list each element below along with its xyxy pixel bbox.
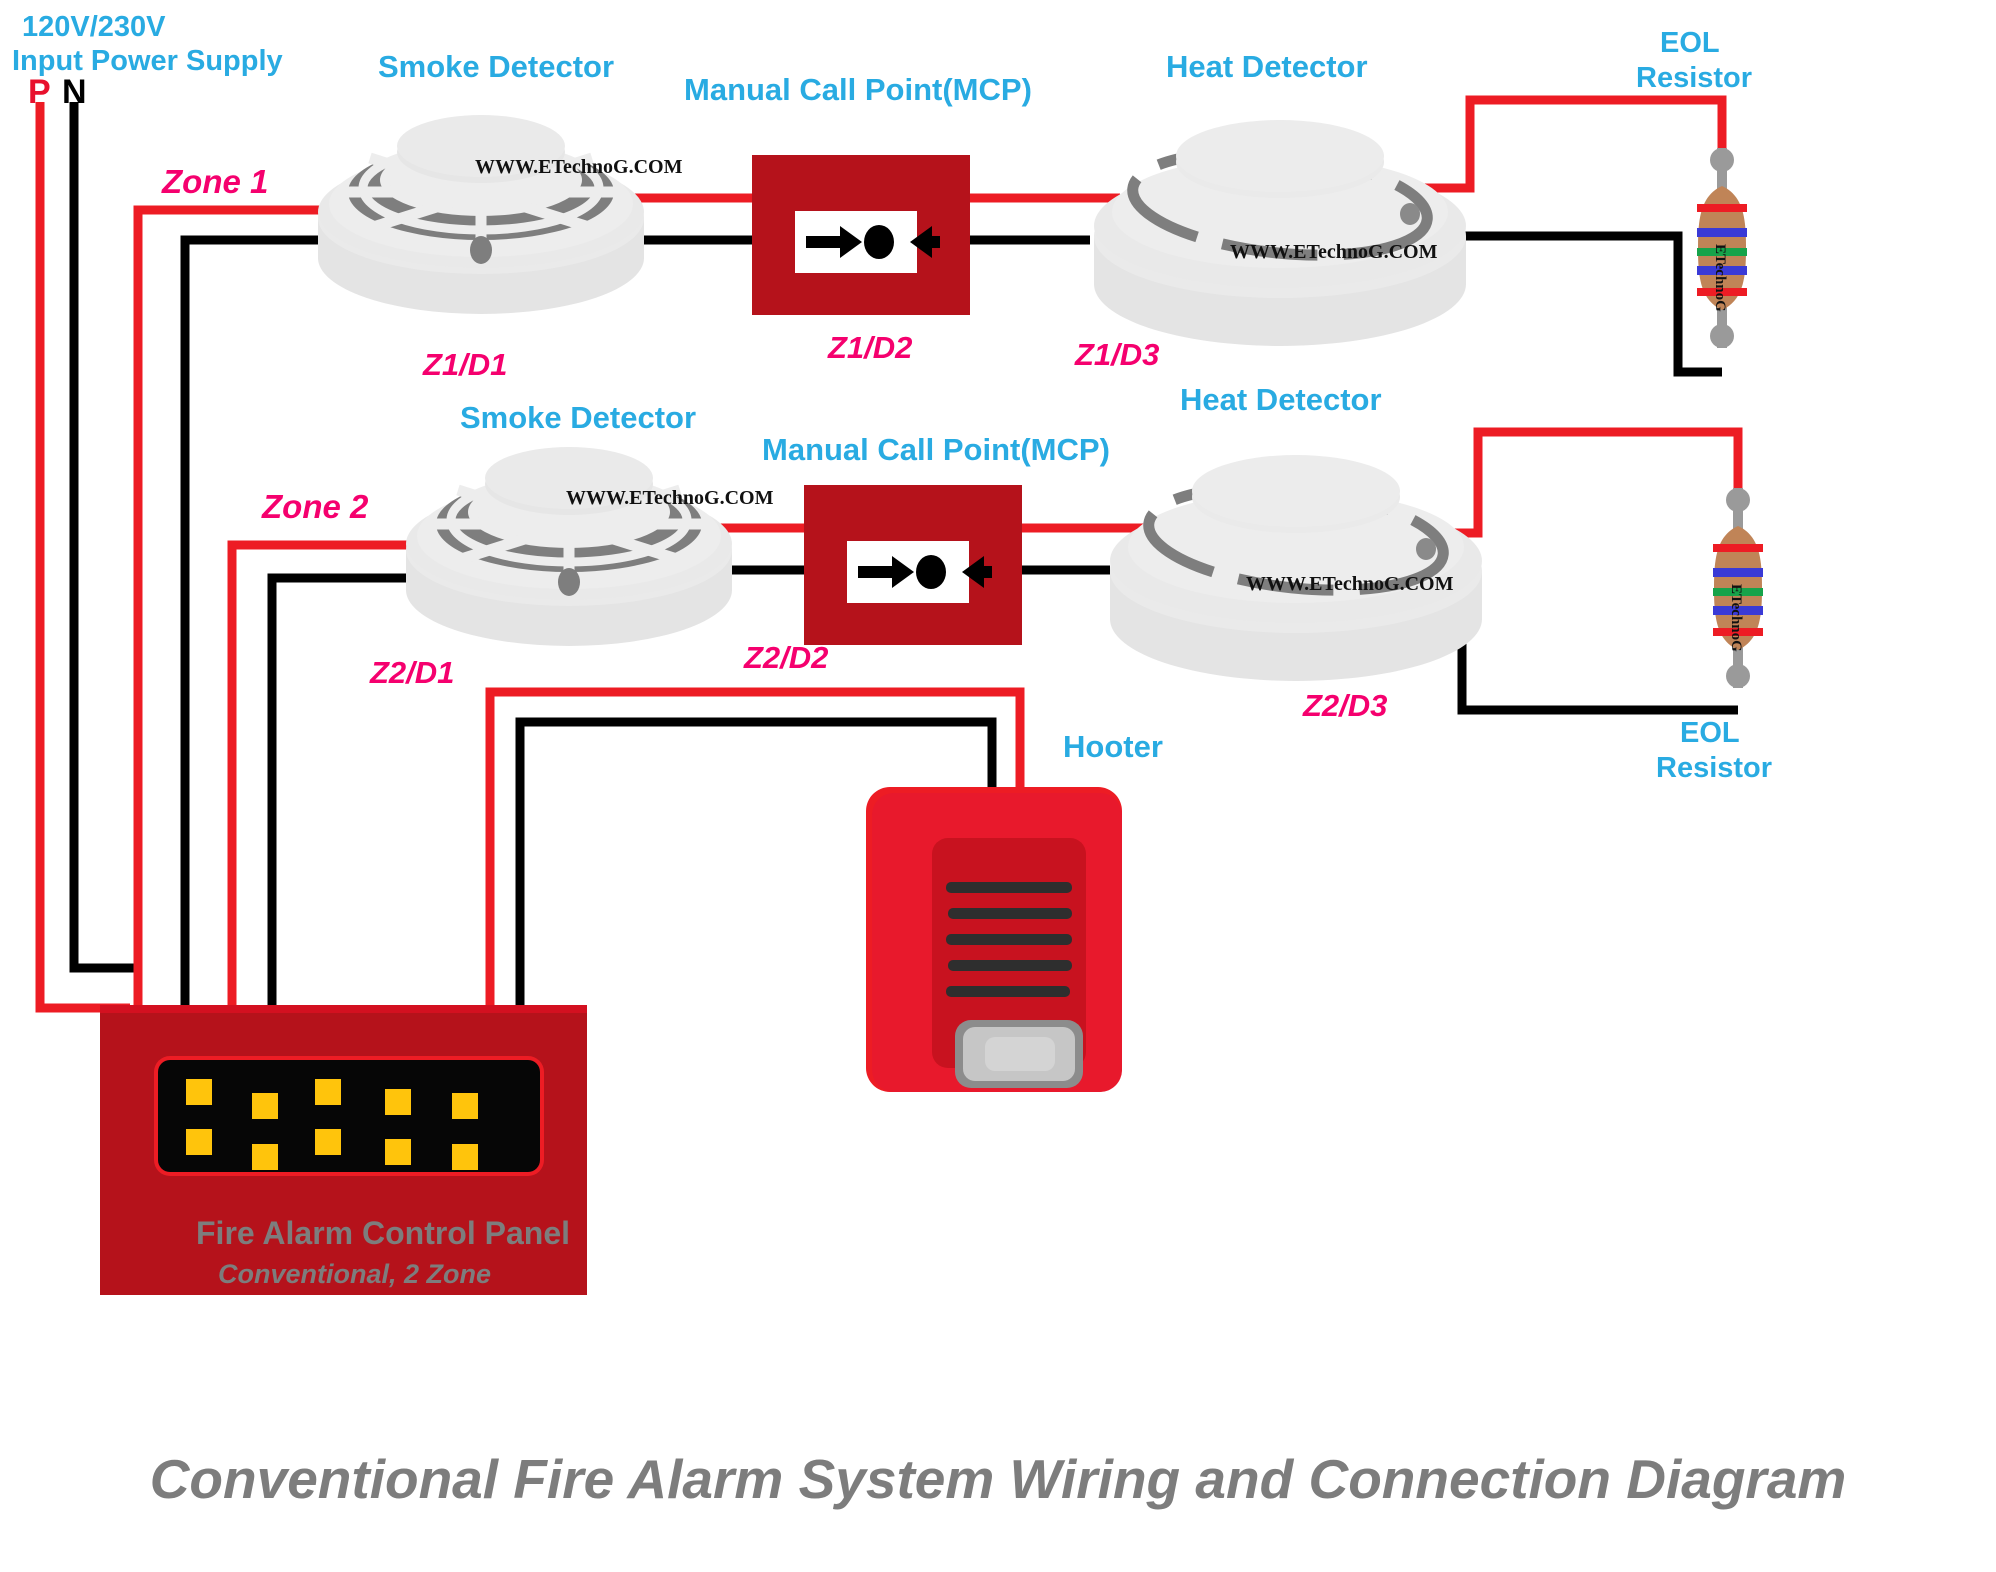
zone1-eol-title-line1: EOL	[1660, 27, 1720, 59]
zone1-heat-tag: Z1/D3	[1074, 337, 1159, 372]
zone2-label: Zone 2	[261, 488, 369, 525]
zone2-smoke-tag: Z2/D1	[369, 655, 454, 690]
zone2-red-out-wire	[227, 540, 418, 1005]
zone2-heat-detector[interactable]	[1110, 455, 1482, 681]
zone2-eol-resistor[interactable]: ETechnoG	[1713, 488, 1763, 688]
zone1-smoke-detector-title: Smoke Detector	[378, 49, 614, 84]
mcp-center-dot-icon	[864, 225, 894, 259]
zone1-smoke-watermark: WWW.ETechnoG.COM	[475, 156, 683, 178]
zone1-heat-detector-title: Heat Detector	[1166, 49, 1368, 84]
zone2-smoke-detector-title: Smoke Detector	[460, 400, 696, 435]
zone1-label: Zone 1	[161, 163, 268, 200]
zone2-heat-tag: Z2/D3	[1302, 688, 1387, 723]
zone2-smoke-detector[interactable]	[406, 447, 732, 646]
panel-led	[385, 1139, 411, 1165]
panel-led	[452, 1093, 478, 1119]
panel-led	[252, 1093, 278, 1119]
zone1-manual-call-point[interactable]	[752, 155, 970, 315]
zone1-black-return-wire	[180, 235, 330, 1005]
zone2-mcp-tag: Z2/D2	[743, 640, 828, 675]
panel-subtitle-label: Conventional, 2 Zone	[218, 1259, 491, 1289]
zone2-heat-watermark: WWW.ETechnoG.COM	[1246, 573, 1454, 595]
zone2-manual-call-point[interactable]	[804, 485, 1022, 645]
zone2-eol-title-line2: Resistor	[1656, 752, 1772, 784]
zone1-smoke-detector[interactable]	[318, 115, 644, 314]
panel-name-label: Fire Alarm Control Panel	[196, 1215, 570, 1251]
page-title: Conventional Fire Alarm System Wiring an…	[150, 1448, 1847, 1510]
zone2-heat-to-eol-red	[1412, 427, 1743, 538]
panel-led	[452, 1144, 478, 1170]
power-voltage-label: 120V/230V	[22, 11, 166, 43]
panel-led	[385, 1089, 411, 1115]
panel-led	[315, 1079, 341, 1105]
power-supply-label: Input Power Supply	[12, 45, 283, 77]
mcp2-center-dot-icon	[916, 555, 946, 589]
zone1-heat-detector[interactable]	[1094, 120, 1466, 346]
zone2-black-return-wire	[267, 573, 420, 1005]
phase-terminal-label: P	[28, 73, 51, 111]
hooter-device[interactable]	[866, 787, 1122, 1092]
panel-led	[186, 1129, 212, 1155]
panel-led	[186, 1079, 212, 1105]
mains-phase-wire	[35, 102, 130, 1013]
hooter-title: Hooter	[1063, 729, 1163, 764]
zone1-smoke-tag: Z1/D1	[422, 347, 507, 382]
zone1-eol-body-text: ETechnoG	[1712, 244, 1728, 312]
zone1-mcp-tag: Z1/D2	[827, 330, 912, 365]
zone1-eol-title-line2: Resistor	[1636, 62, 1752, 94]
zone2-smoke-watermark: WWW.ETechnoG.COM	[566, 487, 774, 509]
zone2-eol-title-line1: EOL	[1680, 717, 1740, 749]
zone2-mcp-title: Manual Call Point(MCP)	[762, 432, 1110, 467]
zone2-eol-body-text: ETechnoG	[1728, 584, 1744, 652]
mains-neutral-wire	[69, 102, 134, 973]
panel-led	[315, 1129, 341, 1155]
fire-alarm-control-panel[interactable]: Fire Alarm Control Panel Conventional, 2…	[100, 1005, 587, 1295]
zone1-heat-to-eol-red	[1396, 95, 1727, 193]
zone2-heat-detector-title: Heat Detector	[1180, 382, 1382, 417]
zone1-heat-watermark: WWW.ETechnoG.COM	[1230, 241, 1438, 263]
zone1-eol-resistor[interactable]: ETechnoG	[1697, 148, 1747, 348]
neutral-terminal-label: N	[62, 73, 87, 111]
panel-led	[252, 1144, 278, 1170]
diagram-canvas: 120V/230V Input Power Supply P N Zone 1 …	[0, 0, 1996, 1572]
zone1-mcp-title: Manual Call Point(MCP)	[684, 72, 1032, 107]
